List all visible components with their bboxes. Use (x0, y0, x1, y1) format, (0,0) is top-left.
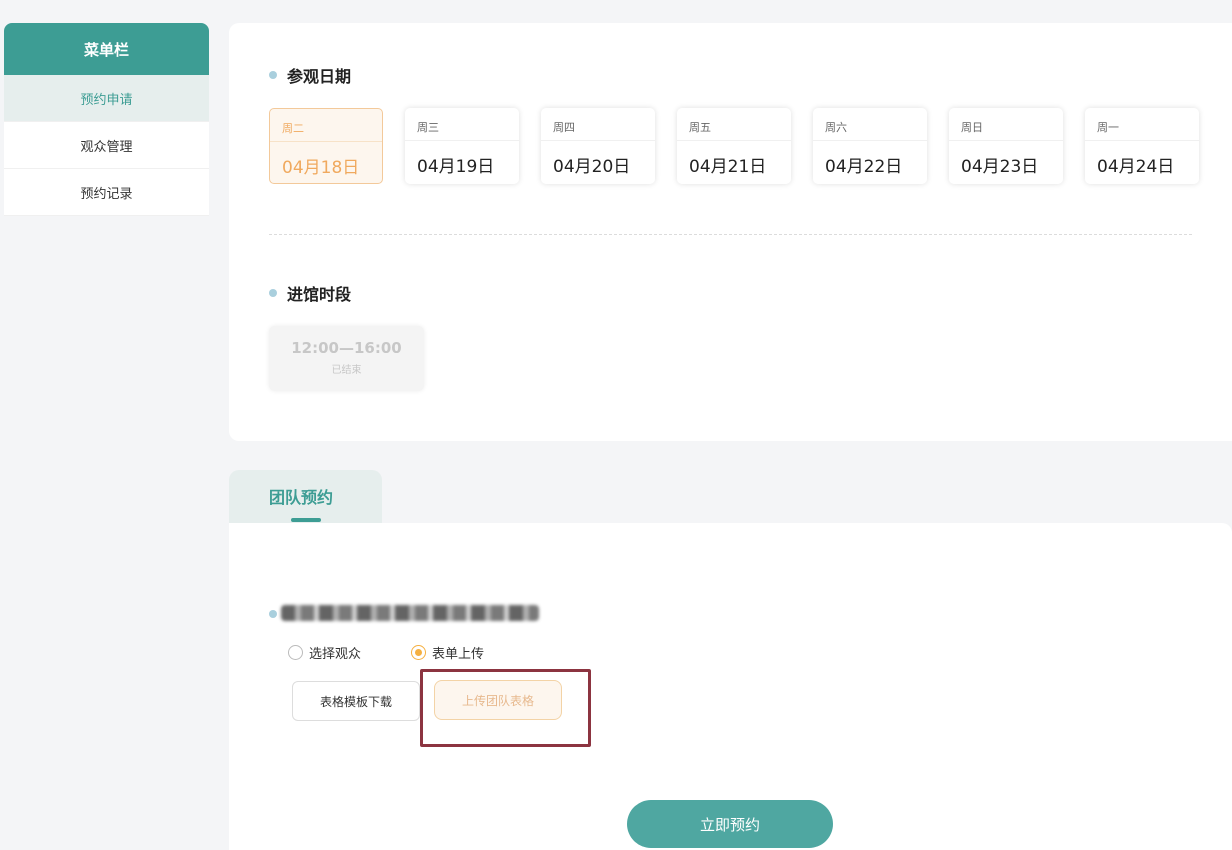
section-divider (269, 234, 1192, 235)
date-divider (677, 140, 791, 141)
redacted-heading (281, 605, 539, 621)
bullet-dot-icon (269, 289, 277, 297)
date-divider (813, 140, 927, 141)
date-divider (1085, 140, 1199, 141)
date-weekday: 周四 (553, 121, 575, 134)
sidebar-item-visitors[interactable]: 观众管理 (4, 122, 209, 169)
sidebar-title: 菜单栏 (4, 23, 209, 75)
team-booking-card: 选择观众 表单上传 表格模板下载 上传团队表格 立即预约 (229, 523, 1232, 850)
date-value: 04月21日 (689, 157, 767, 177)
date-card-0[interactable]: 周二 04月18日 (269, 108, 383, 184)
date-weekday: 周三 (417, 121, 439, 134)
visit-date-title: 参观日期 (287, 67, 352, 86)
date-card-3[interactable]: 周五 04月21日 (677, 108, 791, 184)
date-weekday: 周五 (689, 121, 711, 134)
bullet-dot-icon (269, 71, 277, 79)
sidebar-item-booking[interactable]: 预约申请 (4, 75, 209, 122)
date-value: 04月22日 (825, 157, 903, 177)
entry-time-heading: 进馆时段 (269, 281, 351, 305)
time-slot-range: 12:00—16:00 (291, 339, 402, 357)
radio-label: 选择观众 (309, 647, 362, 662)
date-value: 04月24日 (1097, 157, 1175, 177)
date-value: 04月18日 (282, 158, 360, 178)
radio-label: 表单上传 (432, 647, 485, 662)
date-card-6[interactable]: 周一 04月24日 (1085, 108, 1199, 184)
submit-booking-button[interactable]: 立即预约 (627, 800, 833, 848)
radio-form-upload[interactable]: 表单上传 (411, 643, 484, 662)
date-value: 04月19日 (417, 157, 495, 177)
radio-unchecked-icon (288, 645, 303, 660)
schedule-card: 参观日期 周二 04月18日 周三 04月19日 周四 04月20日 周五 04… (229, 23, 1232, 441)
date-card-5[interactable]: 周日 04月23日 (949, 108, 1063, 184)
date-card-2[interactable]: 周四 04月20日 (541, 108, 655, 184)
time-slot-status: 已结束 (331, 365, 362, 376)
date-card-1[interactable]: 周三 04月19日 (405, 108, 519, 184)
radio-select-visitors[interactable]: 选择观众 (288, 643, 361, 662)
entry-time-title: 进馆时段 (287, 285, 352, 304)
date-weekday: 周一 (1097, 121, 1119, 134)
download-template-button[interactable]: 表格模板下载 (292, 681, 420, 721)
date-divider (949, 140, 1063, 141)
date-divider (541, 140, 655, 141)
date-value: 04月20日 (553, 157, 631, 177)
time-slot-card: 12:00—16:00 已结束 (269, 326, 424, 391)
date-weekday: 周二 (282, 122, 304, 135)
upload-team-sheet-button[interactable]: 上传团队表格 (434, 680, 562, 720)
date-card-4[interactable]: 周六 04月22日 (813, 108, 927, 184)
date-divider (270, 141, 382, 142)
date-divider (405, 140, 519, 141)
date-list: 周二 04月18日 周三 04月19日 周四 04月20日 周五 04月21日 … (269, 108, 1199, 184)
bullet-dot-icon (269, 610, 277, 618)
visit-date-heading: 参观日期 (269, 63, 351, 87)
date-weekday: 周日 (961, 121, 983, 134)
tab-active-indicator (291, 518, 321, 522)
sidebar: 菜单栏 预约申请 观众管理 预约记录 (4, 23, 209, 216)
tab-label: 团队预约 (269, 488, 334, 507)
tab-team-booking[interactable]: 团队预约 (229, 470, 382, 526)
date-value: 04月23日 (961, 157, 1039, 177)
date-weekday: 周六 (825, 121, 847, 134)
booking-mode-options: 选择观众 表单上传 (288, 643, 534, 662)
sidebar-item-records[interactable]: 预约记录 (4, 169, 209, 216)
radio-checked-icon (411, 645, 427, 660)
